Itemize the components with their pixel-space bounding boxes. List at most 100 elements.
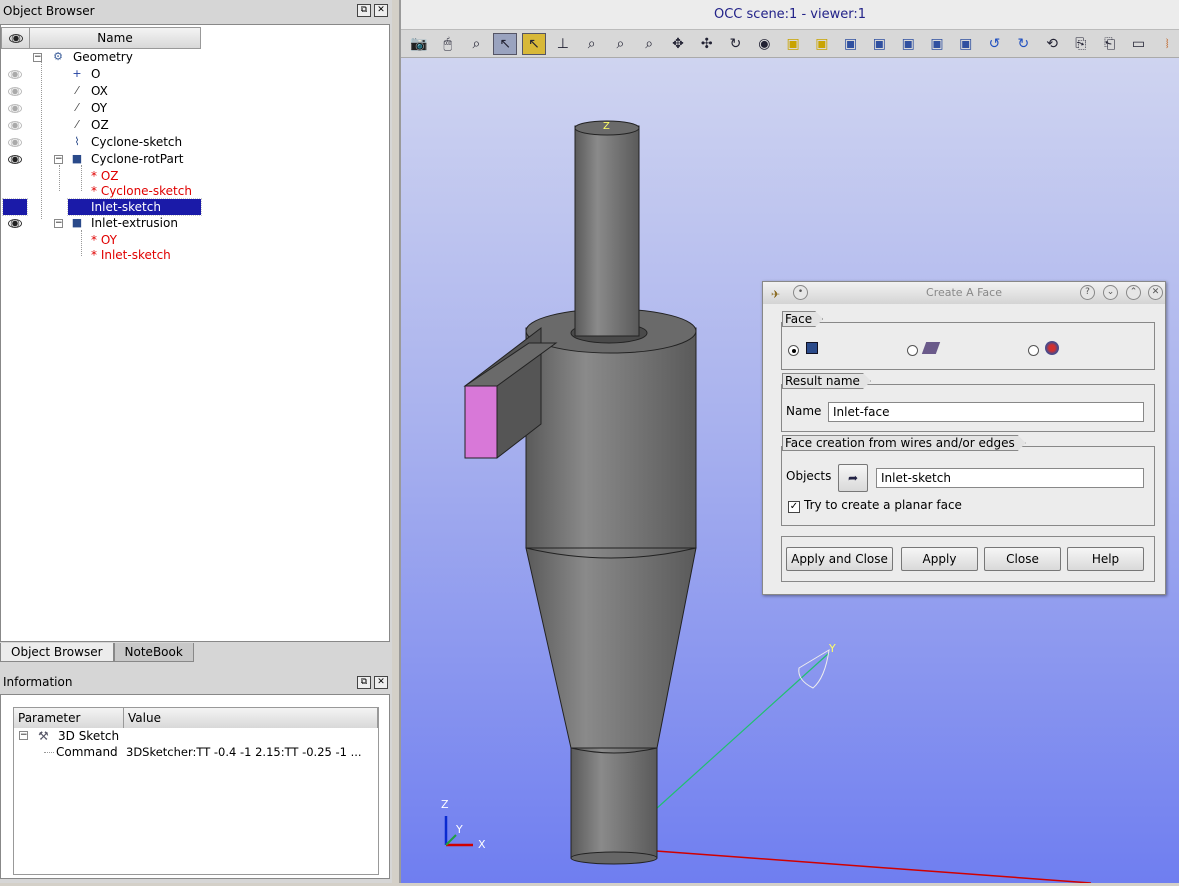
line-icon: ⁄ — [76, 84, 78, 97]
eye-icon[interactable] — [8, 87, 22, 96]
information-panel: Parameter Value − ⚒ 3D Sketch Command 3D… — [0, 694, 390, 879]
line-icon: ⁄ — [76, 118, 78, 131]
eye-icon[interactable] — [8, 70, 22, 79]
left-dock: Object Browser ⧉ ✕ Name − ⚙ Geometry + O… — [0, 0, 392, 883]
eye-icon[interactable] — [2, 198, 28, 216]
zoom-icon[interactable]: ⌕ — [637, 33, 661, 55]
front-view-icon[interactable]: ▣ — [781, 33, 805, 55]
menu-icon[interactable]: • — [793, 285, 808, 300]
tree-item-oy[interactable]: ⁄ OY — [1, 100, 261, 117]
face-icon — [806, 342, 818, 354]
tree-item-inlet-sketch[interactable]: ⌇ Inlet-sketch — [1, 198, 261, 216]
arrow-select-icon: ➦ — [847, 471, 859, 485]
right-view-icon[interactable]: ▣ — [925, 33, 949, 55]
selection-icon[interactable]: ↖ — [522, 32, 546, 55]
creation-group-title: Face creation from wires and/or edges — [782, 435, 1026, 451]
object-browser-tree[interactable]: Name − ⚙ Geometry + O ⁄ OX ⁄ OY ⁄ OZ ⌇ C… — [0, 24, 390, 642]
minimize-icon[interactable]: ⌄ — [1103, 285, 1118, 300]
name-column-header[interactable]: Name — [30, 28, 200, 48]
tab-notebook[interactable]: NoteBook — [113, 643, 194, 662]
value-column-header[interactable]: Value — [124, 708, 378, 728]
face-type-radio-2[interactable] — [907, 345, 918, 356]
browser-tabs: Object Browser NoteBook — [0, 643, 194, 663]
planar-checkbox-label: Try to create a planar face — [804, 498, 962, 512]
help-button[interactable]: Help — [1067, 547, 1144, 571]
dump-view-icon[interactable]: 📷 — [407, 33, 431, 55]
tree-header: Name — [1, 27, 201, 49]
maximize-icon[interactable]: ⌃ — [1126, 285, 1141, 300]
dialog-titlebar[interactable]: ✈ • Create A Face ? ⌄ ⌃ ✕ — [763, 282, 1165, 304]
table-row[interactable]: − ⚒ 3D Sketch — [14, 728, 378, 744]
information-table[interactable]: Parameter Value − ⚒ 3D Sketch Command 3D… — [13, 707, 379, 875]
left-view-icon[interactable]: ▣ — [896, 33, 920, 55]
eye-icon[interactable] — [8, 104, 22, 113]
tree-item-ref-cyclone-sketch[interactable]: * Cyclone-sketch — [91, 183, 192, 200]
tree-item-o[interactable]: + O — [1, 66, 261, 83]
eye-icon[interactable] — [8, 219, 22, 228]
tab-object-browser[interactable]: Object Browser — [0, 643, 114, 662]
trihedron-z-label: Z — [441, 798, 449, 811]
apply-button[interactable]: Apply — [901, 547, 978, 571]
close-button[interactable]: Close — [984, 547, 1061, 571]
rotate-clockwise-icon[interactable]: ↻ — [1011, 33, 1035, 55]
restore-view-icon[interactable]: ⎗ — [1098, 33, 1122, 55]
undock-icon[interactable]: ⧉ — [357, 676, 371, 689]
circle-face-icon — [1045, 341, 1059, 355]
dialog-title: Create A Face — [926, 286, 1002, 299]
eye-icon[interactable] — [8, 155, 22, 164]
reset-icon[interactable]: ⟲ — [1040, 33, 1064, 55]
point-icon: + — [72, 67, 82, 80]
objects-label: Objects — [786, 469, 832, 483]
close-icon[interactable]: ✕ — [374, 4, 388, 17]
rotate-anticlockwise-icon[interactable]: ↺ — [983, 33, 1007, 55]
select-objects-button[interactable]: ➦ — [838, 464, 868, 492]
help-icon[interactable]: ? — [1080, 285, 1095, 300]
tree-item-cyclone-sketch[interactable]: ⌇ Cyclone-sketch — [1, 134, 261, 151]
objects-field[interactable]: Inlet-sketch — [876, 468, 1144, 488]
fit-all-icon[interactable]: ⌕ — [580, 33, 604, 55]
iso-view-icon[interactable]: ▣ — [954, 33, 978, 55]
interaction-style-icon[interactable]: 🖱 — [436, 33, 460, 55]
tree-item-cyclone-rotpart[interactable]: − ■ Cyclone-rotPart — [1, 151, 261, 168]
planar-checkbox[interactable]: ✓ — [788, 501, 800, 513]
face-type-radio-3[interactable] — [1028, 345, 1039, 356]
rotate-icon[interactable]: ↻ — [724, 33, 748, 55]
undock-icon[interactable]: ⧉ — [357, 4, 371, 17]
pan-icon[interactable]: ✥ — [666, 33, 690, 55]
tree-item-ref-inlet-sketch[interactable]: * Inlet-sketch — [91, 247, 171, 264]
tree-item-ox[interactable]: ⁄ OX — [1, 83, 261, 100]
tree-item-inlet-extrusion[interactable]: − ■ Inlet-extrusion — [1, 215, 261, 232]
trihedron-icon[interactable]: ⊥ — [551, 33, 575, 55]
face-creation-group: Face creation from wires and/or edges Ob… — [781, 446, 1155, 526]
preselection-icon[interactable]: ↖ — [493, 32, 518, 55]
visibility-header-icon[interactable] — [2, 28, 30, 48]
close-icon[interactable]: ✕ — [374, 676, 388, 689]
fit-area-icon[interactable]: ⌕ — [609, 33, 633, 55]
trihedron-x-label: X — [478, 838, 486, 851]
parameter-column-header[interactable]: Parameter — [14, 708, 124, 728]
geometry-icon: ⚙ — [53, 50, 63, 63]
zooming-style-icon[interactable]: ⌕ — [465, 33, 489, 55]
line-icon: ⁄ — [76, 101, 78, 114]
close-icon[interactable]: ✕ — [1148, 285, 1163, 300]
information-dock-buttons: ⧉ ✕ — [357, 676, 388, 689]
global-pan-icon[interactable]: ✣ — [695, 33, 719, 55]
clipping-icon[interactable]: ⧘ — [1155, 33, 1179, 55]
table-row[interactable]: Command 3DSketcher:TT -0.4 -1 2.15:TT -0… — [14, 744, 378, 760]
bottom-view-icon[interactable]: ▣ — [868, 33, 892, 55]
eye-icon[interactable] — [8, 121, 22, 130]
back-view-icon[interactable]: ▣ — [810, 33, 834, 55]
memorize-view-icon[interactable]: ⎘ — [1069, 33, 1093, 55]
eye-icon[interactable] — [8, 138, 22, 147]
clone-view-icon[interactable]: ▭ — [1127, 33, 1151, 55]
name-field[interactable]: Inlet-face — [828, 402, 1144, 422]
top-view-icon[interactable]: ▣ — [839, 33, 863, 55]
trihedron-y-label: Y — [455, 823, 463, 836]
face-type-radio-1[interactable] — [788, 345, 799, 356]
face-type-group: Face — [781, 322, 1155, 370]
inlet-face[interactable] — [464, 385, 498, 459]
tree-item-oz[interactable]: ⁄ OZ — [1, 117, 261, 134]
apply-and-close-button[interactable]: Apply and Close — [786, 547, 893, 571]
rotation-point-icon[interactable]: ◉ — [752, 33, 776, 55]
object-browser-title: Object Browser — [3, 4, 95, 18]
